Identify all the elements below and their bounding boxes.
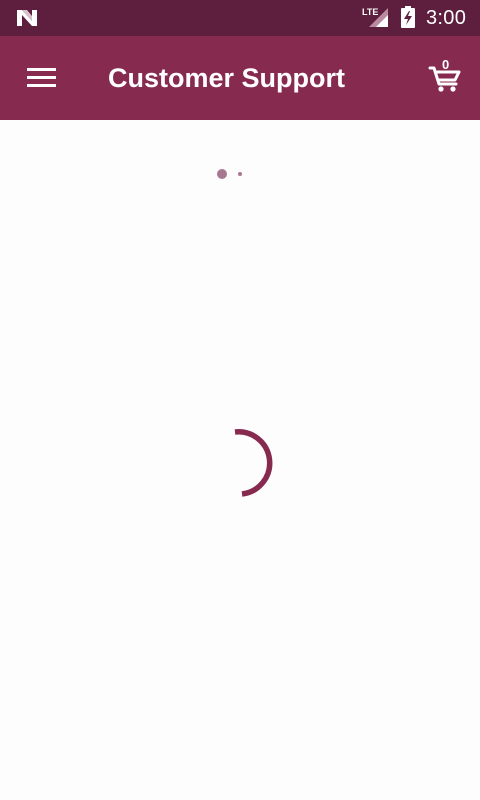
status-time: 3:00	[426, 7, 467, 29]
menu-button[interactable]	[22, 62, 62, 94]
cart-count-badge: 0	[442, 57, 450, 72]
network-label: LTE	[362, 7, 378, 17]
status-bar: LTE 3:00	[0, 0, 480, 36]
loading-dots-icon	[215, 167, 249, 181]
battery-charging-icon	[401, 6, 415, 28]
cart-button[interactable]: 0	[424, 56, 464, 96]
app-bar: Customer Support 0	[0, 36, 480, 120]
dot-large	[217, 169, 227, 179]
hamburger-menu-icon	[27, 68, 56, 87]
dot-small	[238, 172, 242, 176]
n-logo-icon	[17, 10, 37, 26]
loading-spinner-icon	[234, 429, 273, 497]
lte-signal-icon: LTE	[362, 7, 388, 27]
page-title: Customer Support	[108, 63, 346, 93]
